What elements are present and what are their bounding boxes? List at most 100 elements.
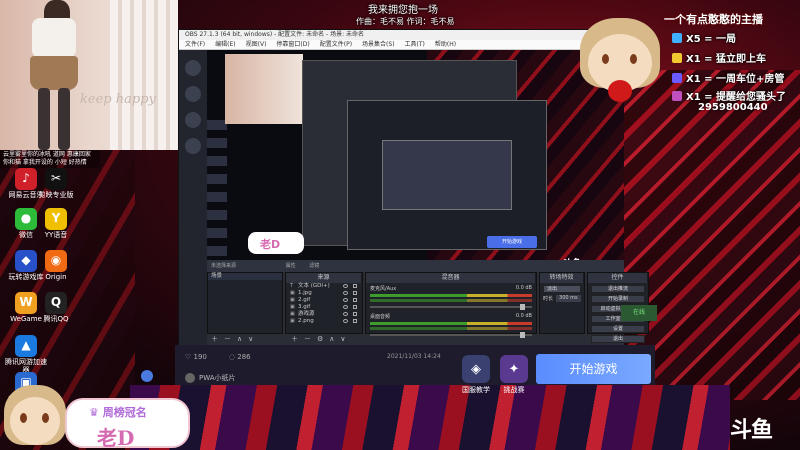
source-type-icon: ▣ <box>290 318 295 324</box>
menu-item[interactable]: 场景集合(S) <box>362 40 395 49</box>
volume-meter <box>370 322 532 325</box>
source-item[interactable]: ▣ 2.png <box>286 318 362 325</box>
app-icon: ◉ <box>45 250 67 272</box>
panel-toolbars: ＋ － ∧ ∨ ＋ － ⚙ ∧ ∨ <box>207 335 624 344</box>
control-button[interactable]: 设置 <box>591 325 645 333</box>
shortcut-label: 国服教学 <box>462 386 490 394</box>
desktop-icon[interactable]: ▲ 腾讯网游加速器 <box>4 335 48 374</box>
down-icon[interactable]: ∨ <box>248 335 253 344</box>
control-button[interactable]: 开始录制 <box>591 295 645 303</box>
launcher-shortcut[interactable]: ◈ 国服教学 <box>458 355 494 395</box>
source-item[interactable]: ▣ 1.jpg <box>286 290 362 297</box>
post-stats: ♡ 190 ◌ 286 <box>185 353 251 361</box>
gift-icon <box>672 91 682 101</box>
transition-panel: 转场特效 淡出 时长 300 ms <box>539 272 585 334</box>
transition-select[interactable]: 淡出 <box>543 285 581 293</box>
remove-icon[interactable]: － <box>224 335 231 344</box>
menu-item[interactable]: 配置文件(P) <box>320 40 352 49</box>
source-item[interactable]: ▣ 3.gif <box>286 304 362 311</box>
desktop-icon[interactable]: ✂ 剪映专业版 <box>34 168 78 200</box>
menu-item[interactable]: 帮助(H) <box>435 40 456 49</box>
source-toolbar: 未选择来源 属性 滤镜 <box>207 260 624 272</box>
source-item[interactable]: ▣ 2.gif <box>286 297 362 304</box>
dock-button[interactable] <box>185 138 201 154</box>
eye-icon[interactable] <box>343 312 348 316</box>
desktop-icon[interactable]: ◉ Origin <box>34 250 78 282</box>
obs-window[interactable]: OBS 27.1.3 (64 bit, windows) - 配置文件: 未命名… <box>178 29 649 356</box>
controls-panel: 控件 退出推流 开始录制 启动虚拟摄像机 工作室模式 设置 退出 <box>587 272 649 343</box>
post-user: PWA小纸片 <box>185 373 236 383</box>
add-icon[interactable]: ＋ <box>291 335 298 344</box>
menu-item[interactable]: 视图(V) <box>246 40 267 49</box>
source-type-icon: ▣ <box>290 290 295 296</box>
eye-icon[interactable] <box>343 305 348 309</box>
up-icon[interactable]: ∧ <box>237 335 242 344</box>
lock-icon[interactable] <box>353 284 357 288</box>
source-item[interactable]: ▣ 游戏源 <box>286 311 362 318</box>
platform-logo: 斗鱼 <box>730 418 773 443</box>
preview-crown-name: 老D <box>260 238 281 251</box>
mascot-eye <box>42 413 49 423</box>
obs-preview[interactable]: 开始游戏 斗鱼 <box>207 50 624 262</box>
comments-count: ◌ 286 <box>228 353 251 361</box>
volume-knob[interactable] <box>520 304 525 310</box>
eye-icon[interactable] <box>343 298 348 302</box>
scenes-panel: 场景 <box>207 272 283 334</box>
streamer-top <box>32 18 76 58</box>
preview-crown-badge: 老D <box>248 232 304 254</box>
likes-count: ♡ 190 <box>185 353 207 361</box>
desktop-icon-label: 剪映专业版 <box>38 191 74 199</box>
mixer-level: 0.0 dB <box>515 313 532 319</box>
gift-rule-text: X5 = 一局 <box>686 34 737 45</box>
dock-button[interactable] <box>185 112 201 128</box>
shortcut-icon: ✦ <box>500 355 528 383</box>
mixer-track-name: 桌面音频 <box>370 314 391 320</box>
menu-item[interactable]: 文件(F) <box>185 40 205 49</box>
volume-slider[interactable] <box>370 304 532 310</box>
control-button[interactable]: 退出推流 <box>591 285 645 293</box>
mascot-eye <box>630 54 637 64</box>
eye-icon[interactable] <box>343 284 348 288</box>
desktop-icon[interactable]: Q 腾讯QQ <box>34 292 78 324</box>
sticky-note: 云里雾里你的冰吼 道网 惠康回家 你和猫 拿我开设的 小短 好热情 <box>0 150 100 168</box>
qq-number: 2959800440 <box>698 102 768 113</box>
avatar <box>185 373 195 383</box>
lock-icon[interactable] <box>353 291 357 295</box>
gear-icon[interactable]: ⚙ <box>317 335 323 344</box>
dock-button[interactable] <box>185 86 201 102</box>
lock-icon[interactable] <box>353 319 357 323</box>
gift-rule-text: X1 = 猛立即上车 <box>686 54 767 65</box>
filters-button[interactable]: 滤镜 <box>309 263 319 269</box>
menu-item[interactable]: 编辑(E) <box>215 40 235 49</box>
down-icon[interactable]: ∨ <box>340 335 345 344</box>
lock-icon[interactable] <box>353 312 357 316</box>
source-toolbar-buttons: ＋ － ⚙ ∧ ∨ <box>291 335 367 344</box>
lock-icon[interactable] <box>353 298 357 302</box>
mascot-eye <box>602 54 609 64</box>
mixer-panel: 混音器 麦克风/Aux 0.0 dB 桌面音频 0.0 dB <box>365 272 537 338</box>
start-game-button[interactable]: 开始游戏 <box>536 354 651 384</box>
lock-icon[interactable] <box>353 305 357 309</box>
up-icon[interactable]: ∧ <box>329 335 334 344</box>
source-name: 2.gif <box>298 297 311 303</box>
source-item[interactable]: T 文本 (GDI+) <box>286 283 362 290</box>
dock-button[interactable] <box>185 60 201 76</box>
wallpaper-bottom <box>130 385 730 450</box>
streamer-skirt <box>30 56 78 90</box>
controls-header: 控件 <box>588 273 648 283</box>
desktop-icon[interactable]: Y YY语音 <box>34 208 78 240</box>
gift-icon <box>672 73 682 83</box>
eye-icon[interactable] <box>343 291 348 295</box>
crown-name: 老D <box>97 426 135 450</box>
username: PWA小纸片 <box>199 374 236 382</box>
remove-icon[interactable]: － <box>304 335 311 344</box>
menu-item[interactable]: 停靠窗口(D) <box>276 40 309 49</box>
launcher-shortcut[interactable]: ✦ 挑战赛 <box>496 355 532 395</box>
duration-input[interactable]: 300 ms <box>556 295 581 302</box>
properties-button[interactable]: 属性 <box>286 263 296 269</box>
eye-icon[interactable] <box>343 319 348 323</box>
menu-item[interactable]: 工具(T) <box>405 40 425 49</box>
scene-item[interactable]: 场景 <box>208 273 282 280</box>
camera-feed: keep happy <box>0 0 178 150</box>
add-icon[interactable]: ＋ <box>211 335 218 344</box>
